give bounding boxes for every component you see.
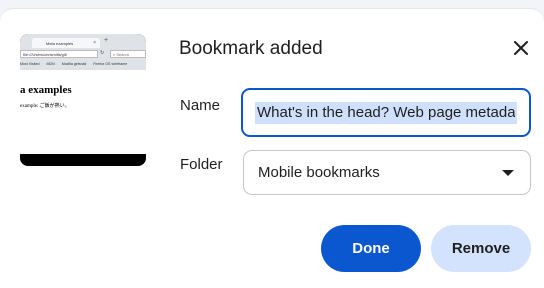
thumbnail-search-icon: ⌕ xyxy=(113,52,116,57)
folder-label: Folder xyxy=(180,156,223,173)
thumbnail-search-label: Search xyxy=(116,52,130,57)
name-label: Name xyxy=(180,97,221,114)
folder-selected-value: Mobile bookmarks xyxy=(258,164,380,181)
bookmark-dialog: Meta examples × + file:///Users/chrismil… xyxy=(0,8,544,288)
thumbnail-tab: Meta examples × xyxy=(32,38,100,48)
dropdown-arrow-icon xyxy=(502,169,514,176)
thumbnail-bookmark: Most Visited xyxy=(20,62,40,66)
close-button[interactable] xyxy=(508,35,534,61)
thumbnail-search-box: ⌕ Search xyxy=(110,50,146,58)
done-button[interactable]: Done xyxy=(321,225,421,272)
thumbnail-bookmarks-bar: Most Visited MDN Mozilla getsnail Firefo… xyxy=(20,60,146,69)
thumbnail-bookmark: MDN xyxy=(46,62,55,66)
thumbnail-new-tab-icon: + xyxy=(104,37,109,44)
thumbnail-tab-title: Meta examples xyxy=(46,41,74,46)
folder-dropdown[interactable]: Mobile bookmarks xyxy=(243,150,531,195)
thumbnail-text-line: example: ご飯が熱い。 xyxy=(20,104,70,109)
dialog-title: Bookmark added xyxy=(179,38,323,59)
thumbnail-page-content: a examples example: ご飯が熱い。 xyxy=(20,70,146,154)
name-field[interactable] xyxy=(241,88,531,137)
close-icon xyxy=(514,41,528,55)
thumbnail-heading: a examples xyxy=(20,84,72,96)
remove-button[interactable]: Remove xyxy=(431,225,531,272)
thumbnail-bookmark: Mozilla getsnail xyxy=(61,62,87,66)
thumbnail-url-bar: file:///Users/chrismills/git/ xyxy=(20,50,98,58)
thumbnail-tab-close-icon: × xyxy=(93,40,96,46)
thumbnail-bookmark: Firefox OS wireframe xyxy=(93,62,128,66)
thumbnail-reload-icon: ↻ xyxy=(100,50,105,56)
page-thumbnail: Meta examples × + file:///Users/chrismil… xyxy=(20,34,146,166)
thumbnail-browser-chrome: Meta examples × + file:///Users/chrismil… xyxy=(20,34,146,70)
name-input[interactable] xyxy=(255,101,517,124)
